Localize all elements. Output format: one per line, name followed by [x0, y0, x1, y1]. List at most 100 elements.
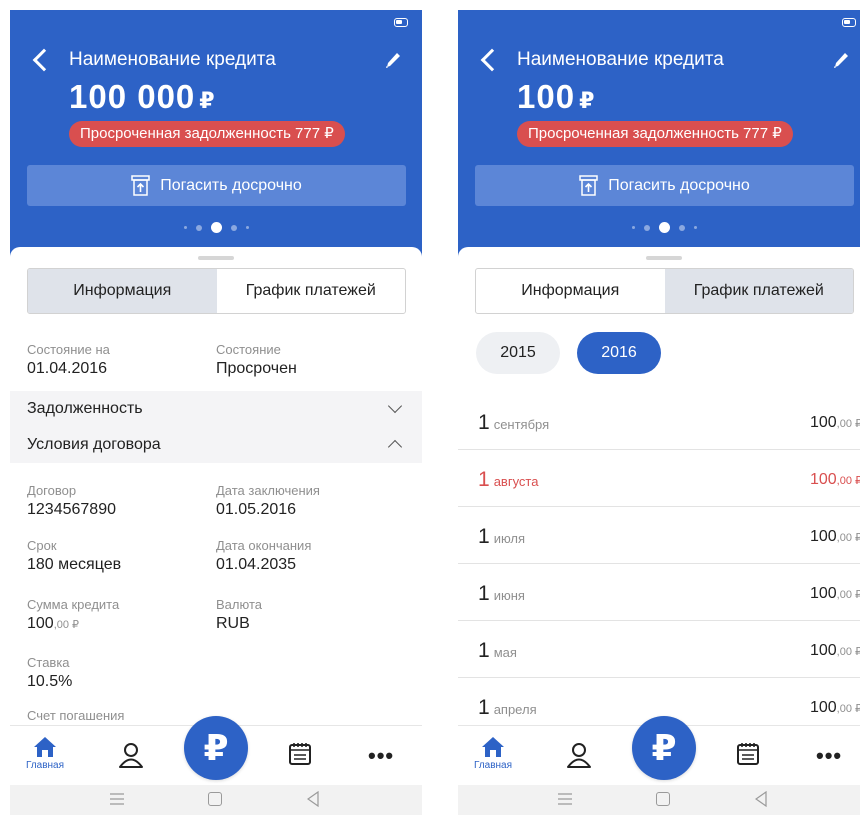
terms-section[interactable]: Условия договора: [10, 427, 422, 463]
rate-value: 10.5%: [27, 673, 73, 690]
account-label: Счет погашения: [27, 708, 125, 723]
payment-date: 1 августа: [478, 468, 539, 491]
tab-info[interactable]: Информация: [476, 269, 665, 313]
loan-sum-label: Сумма кредита: [27, 597, 120, 612]
payment-row[interactable]: 1 июня 100,00 ₽: [458, 564, 860, 621]
payment-row[interactable]: 1 сентября 100,00 ₽: [458, 393, 860, 450]
person-icon[interactable]: [118, 742, 144, 768]
payment-amount: 100,00 ₽: [809, 414, 860, 431]
info-screen: Наименование кредита 100 000 ₽ Просроченн…: [10, 10, 422, 815]
details-sheet: Информация График платежей Состояние на …: [10, 247, 422, 725]
triangle-back-icon[interactable]: [307, 791, 319, 807]
bottom-nav: Главная ₽ •••: [10, 716, 422, 785]
more-icon[interactable]: •••: [368, 743, 394, 769]
payment-date: 1 июня: [478, 582, 525, 605]
nav-home[interactable]: Главная: [25, 736, 65, 771]
currency-value: RUB: [216, 615, 250, 632]
loan-title: Наименование кредита: [69, 49, 276, 70]
payment-amount: 100,00 ₽: [809, 699, 860, 716]
square-icon[interactable]: [208, 792, 222, 806]
battery-icon: [394, 18, 408, 27]
repay-icon: [131, 175, 150, 196]
system-nav-bar: [10, 785, 422, 815]
back-icon[interactable]: [32, 48, 56, 72]
payment-amount: 100,00 ₽: [809, 528, 860, 545]
payment-row-overdue[interactable]: 1 августа 100,00 ₽: [458, 450, 860, 507]
status-date-label: Состояние на: [27, 342, 110, 357]
payments-button[interactable]: ₽: [184, 716, 248, 780]
menu-icon[interactable]: [110, 793, 124, 805]
term-value: 180 месяцев: [27, 556, 122, 573]
page-dot-active: [210, 222, 222, 233]
loan-header: Наименование кредита 100 ₽ Просроченная з…: [458, 10, 860, 280]
page-indicator: [10, 222, 422, 233]
nav-home-label: Главная: [25, 760, 65, 771]
battery-icon: [842, 18, 856, 27]
tab-schedule[interactable]: График платежей: [664, 269, 853, 313]
payments-button[interactable]: ₽: [632, 716, 696, 780]
rate-label: Ставка: [27, 655, 70, 670]
triangle-back-icon[interactable]: [755, 791, 767, 807]
nav-home[interactable]: Главная: [473, 736, 513, 771]
edit-icon[interactable]: [832, 50, 850, 70]
bottom-nav: Главная ₽ •••: [458, 716, 860, 785]
repay-icon: [579, 175, 598, 196]
back-icon[interactable]: [480, 48, 504, 72]
calendar-icon[interactable]: [736, 742, 760, 766]
sheet-handle[interactable]: [646, 256, 682, 260]
payment-date: 1 апреля: [478, 696, 537, 719]
payment-amount: 100,00 ₽: [809, 642, 860, 659]
payment-date: 1 июля: [478, 525, 526, 548]
chevron-up-icon: [387, 439, 403, 455]
system-nav-bar: [458, 785, 860, 815]
payment-row[interactable]: 1 мая 100,00 ₽: [458, 621, 860, 678]
nav-home-label: Главная: [473, 760, 513, 771]
page-dot-active: [658, 222, 670, 233]
home-icon: [34, 737, 56, 757]
sheet-handle[interactable]: [198, 256, 234, 260]
repay-label: Погасить досрочно: [608, 176, 750, 194]
square-icon[interactable]: [656, 792, 670, 806]
debt-section[interactable]: Задолженность: [10, 391, 422, 427]
end-date-label: Дата окончания: [216, 538, 312, 553]
year-2015-button[interactable]: 2015: [476, 332, 560, 374]
edit-icon[interactable]: [384, 50, 402, 70]
payment-date: 1 мая: [478, 639, 517, 662]
loan-sum-value: 100,00 ₽: [27, 615, 80, 632]
repay-early-button[interactable]: Погасить досрочно: [27, 165, 406, 206]
payment-amount: 100,00 ₽: [809, 585, 860, 602]
tab-info[interactable]: Информация: [28, 269, 217, 313]
year-2016-button[interactable]: 2016: [577, 332, 661, 374]
page-dot: [631, 226, 635, 229]
payment-row[interactable]: 1 июля 100,00 ₽: [458, 507, 860, 564]
tab-switcher: Информация График платежей: [475, 268, 854, 314]
loan-header: Наименование кредита 100 000 ₽ Просроченн…: [10, 10, 422, 280]
contract-label: Договор: [27, 483, 77, 498]
schedule-sheet: Информация График платежей 2015 2016 1 се…: [458, 247, 860, 725]
menu-icon[interactable]: [558, 793, 572, 805]
term-label: Срок: [27, 538, 57, 553]
contract-value: 1234567890: [27, 501, 116, 518]
overdue-badge[interactable]: Просроченная задолженность 777 ₽: [69, 121, 345, 147]
person-icon[interactable]: [566, 742, 592, 768]
currency-label: Валюта: [216, 597, 262, 612]
loan-amount: 100 000 ₽: [69, 78, 216, 115]
ruble-icon: ₽: [651, 727, 677, 768]
overdue-badge[interactable]: Просроченная задолженность 777 ₽: [517, 121, 793, 147]
loan-amount: 100 ₽: [517, 78, 596, 115]
terms-section-title: Условия договора: [27, 436, 161, 453]
chevron-down-icon: [387, 398, 403, 414]
more-icon[interactable]: •••: [816, 743, 842, 769]
page-dot: [230, 224, 237, 231]
page-dot: [678, 224, 685, 231]
loan-title: Наименование кредита: [517, 49, 724, 70]
calendar-icon[interactable]: [288, 742, 312, 766]
tab-schedule[interactable]: График платежей: [217, 269, 406, 313]
repay-early-button[interactable]: Погасить досрочно: [475, 165, 854, 206]
payment-date: 1 сентября: [478, 411, 550, 434]
signed-date-label: Дата заключения: [216, 483, 320, 498]
page-dot: [693, 226, 697, 229]
debt-section-title: Задолженность: [27, 400, 143, 417]
page-indicator: [458, 222, 860, 233]
payment-amount: 100,00 ₽: [809, 471, 860, 488]
